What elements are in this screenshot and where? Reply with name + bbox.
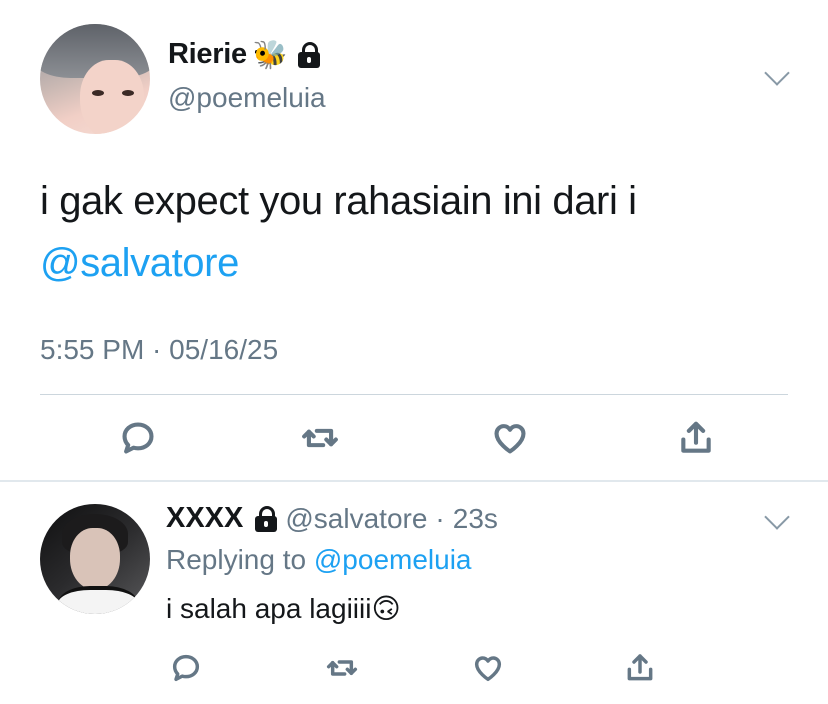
chevron-down-icon[interactable] xyxy=(764,504,790,530)
reply-text: i salah apa lagiiii🙃 xyxy=(166,592,401,625)
bee-emoji: 🐝 xyxy=(252,38,288,70)
lock-icon xyxy=(255,505,278,532)
avatar-face xyxy=(70,528,120,590)
author-avatar[interactable] xyxy=(40,24,150,134)
like-icon[interactable] xyxy=(490,418,530,458)
avatar-shirt xyxy=(58,586,138,614)
tweet-text: i gak expect you rahasiain ini dari i @s… xyxy=(40,170,800,294)
reply-display-name[interactable]: XXXX xyxy=(166,502,243,535)
reply-action-bar xyxy=(0,648,828,688)
tweet-action-bar xyxy=(0,418,828,458)
reply-header: XXXX @salvatore · 23s xyxy=(166,502,498,535)
replying-to-label: Replying to xyxy=(166,544,307,575)
lock-icon xyxy=(297,41,320,68)
avatar-face xyxy=(80,60,144,134)
reply-icon[interactable] xyxy=(118,418,158,458)
chevron-down-icon[interactable] xyxy=(764,60,790,86)
reply-author-avatar[interactable] xyxy=(40,504,150,614)
retweet-icon[interactable] xyxy=(322,648,362,688)
separator-dot: · xyxy=(435,502,445,534)
author-display-name[interactable]: Rierie xyxy=(168,38,247,71)
reply-body: i salah apa lagiiii xyxy=(166,593,372,624)
section-divider xyxy=(0,480,828,482)
reply-icon[interactable] xyxy=(166,648,206,688)
author-name-row: Rierie 🐝 xyxy=(168,38,320,71)
avatar-eye-left xyxy=(92,90,104,96)
main-tweet: Rierie 🐝 @poemeluia i gak expect you rah… xyxy=(0,0,828,480)
share-icon[interactable] xyxy=(620,648,660,688)
like-icon[interactable] xyxy=(468,648,508,688)
tweet-mention-link[interactable]: @salvatore xyxy=(40,232,800,294)
reply-time[interactable]: 23s xyxy=(453,503,498,535)
share-icon[interactable] xyxy=(676,418,716,458)
upside-down-face-emoji: 🙃 xyxy=(371,593,401,624)
avatar-eye-right xyxy=(122,90,134,96)
retweet-icon[interactable] xyxy=(300,418,340,458)
reply-handle[interactable]: @salvatore xyxy=(285,503,427,535)
author-handle[interactable]: @poemeluia xyxy=(168,82,326,114)
tweet-body: i gak expect you rahasiain ini dari i xyxy=(40,179,637,223)
divider xyxy=(40,394,788,395)
replying-to-line: Replying to @poemeluia xyxy=(166,544,472,576)
replying-to-mention[interactable]: @poemeluia xyxy=(314,544,472,575)
tweet-timestamp[interactable]: 5:55 PM · 05/16/25 xyxy=(40,334,278,366)
